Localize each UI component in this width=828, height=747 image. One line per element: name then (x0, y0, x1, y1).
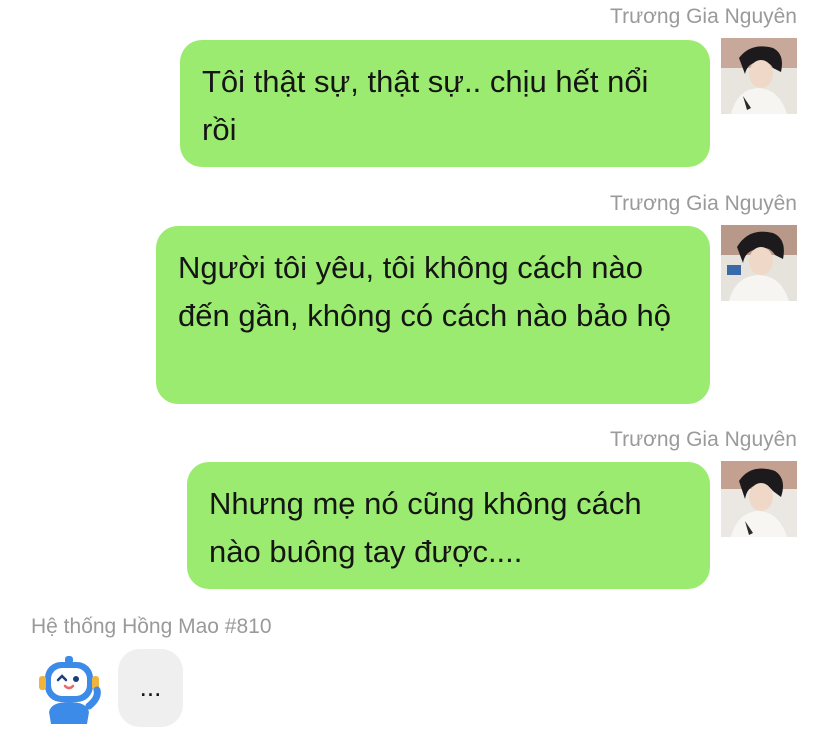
system-avatar[interactable] (31, 650, 107, 726)
message-bubble[interactable]: Người tôi yêu, tôi không cách nào đến gầ… (156, 226, 710, 404)
sender-name: Trương Gia Nguyên (610, 192, 797, 215)
sender-name: Trương Gia Nguyên (610, 428, 797, 451)
photo-avatar-icon (721, 38, 797, 114)
sender-name: Hệ thống Hồng Mao #810 (31, 615, 272, 638)
user-avatar[interactable] (721, 225, 797, 301)
typing-bubble[interactable]: ... (118, 649, 183, 727)
chat-thread: Trương Gia Nguyên Tôi thật sự, thật sự..… (0, 0, 828, 747)
photo-avatar-icon (721, 461, 797, 537)
message-bubble[interactable]: Nhưng mẹ nó cũng không cách nào buông ta… (187, 462, 710, 589)
robot-mascot-icon (31, 650, 107, 726)
message-text: Nhưng mẹ nó cũng không cách nào buông ta… (209, 486, 642, 569)
message-bubble[interactable]: Tôi thật sự, thật sự.. chịu hết nổi rồi (180, 40, 710, 167)
photo-avatar-icon (721, 225, 797, 301)
sender-name: Trương Gia Nguyên (610, 5, 797, 28)
message-text: ... (139, 672, 162, 702)
user-avatar[interactable] (721, 38, 797, 114)
user-avatar[interactable] (721, 461, 797, 537)
message-text: Tôi thật sự, thật sự.. chịu hết nổi rồi (202, 64, 649, 147)
message-text: Người tôi yêu, tôi không cách nào đến gầ… (178, 250, 671, 333)
